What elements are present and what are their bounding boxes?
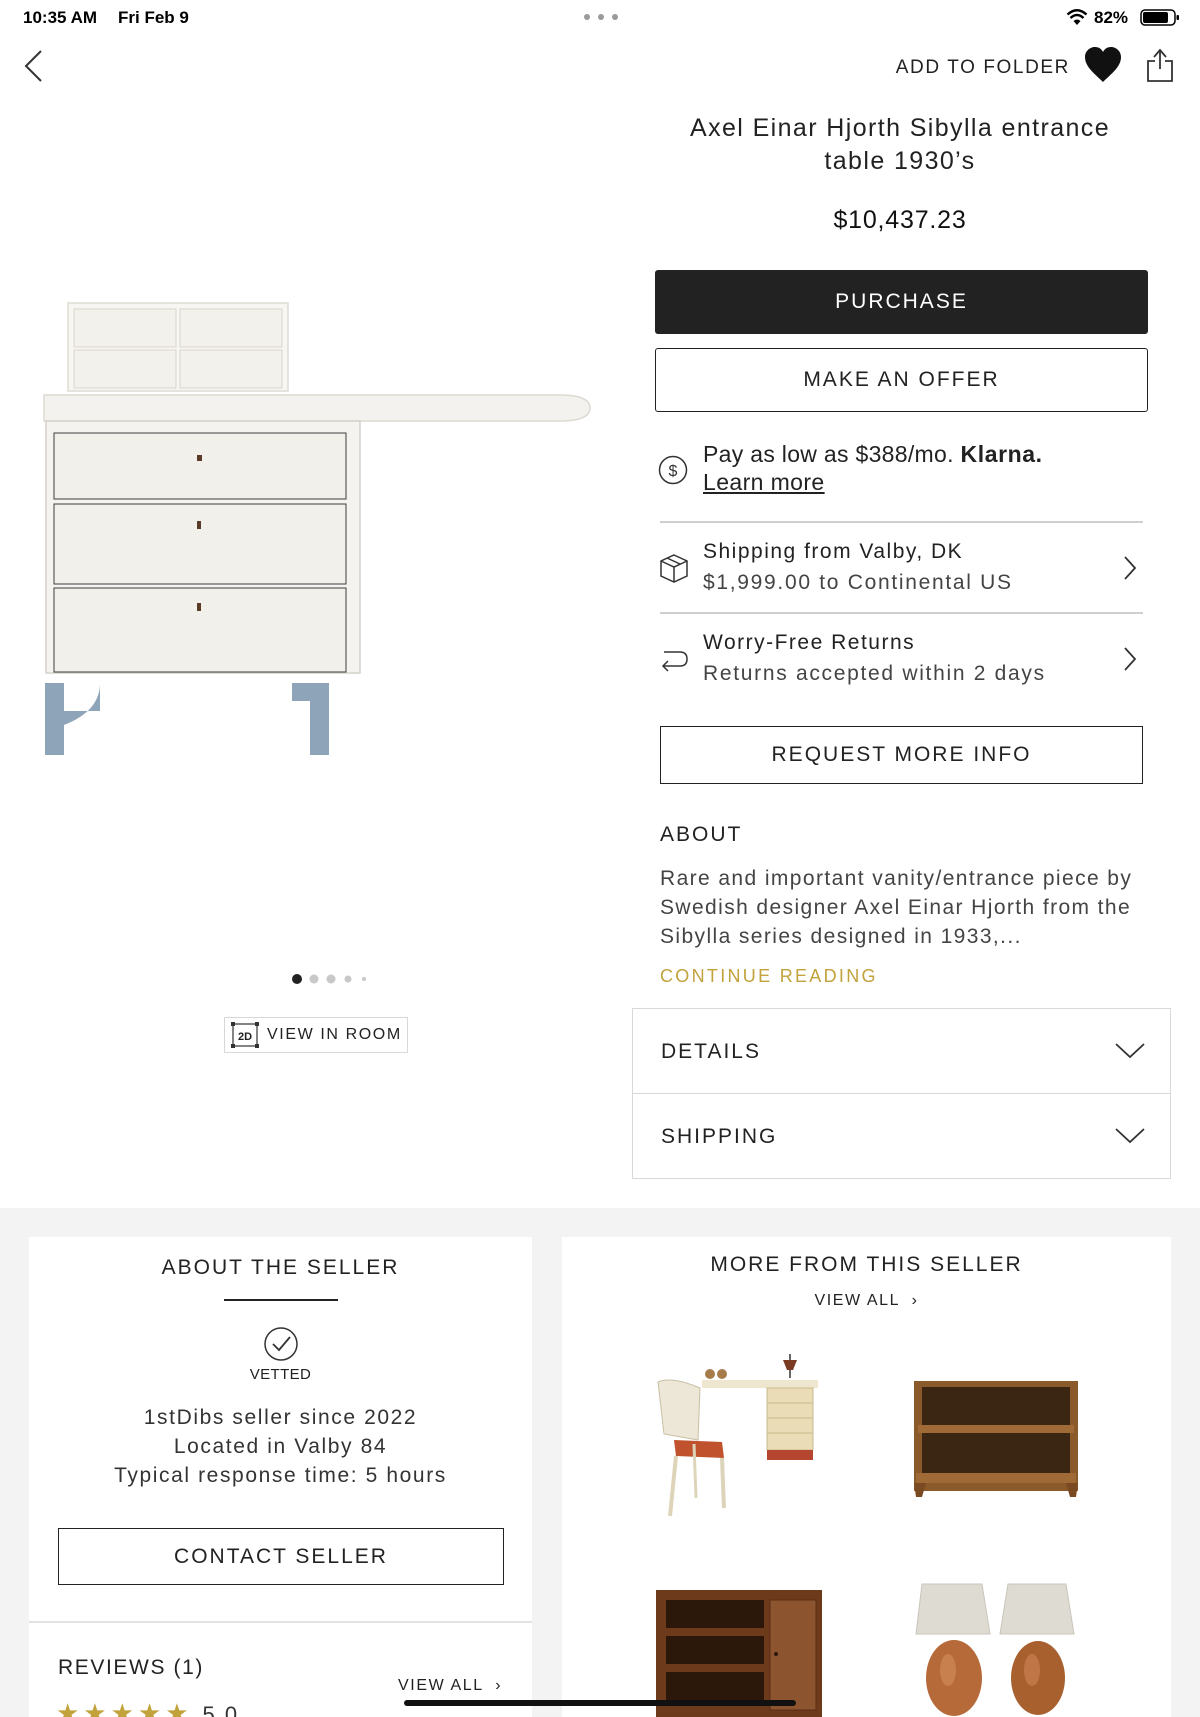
status-date: Fri Feb 9 (118, 8, 189, 27)
battery-percentage: 82% (1094, 8, 1129, 27)
chevron-right-icon (1124, 647, 1137, 671)
desk-and-chair-thumbnail[interactable] (652, 1348, 824, 1528)
purchase-button[interactable]: PURCHASE (655, 270, 1148, 334)
chevron-right-icon: › (495, 1677, 503, 1694)
divider (29, 1621, 532, 1623)
make-offer-button[interactable]: MAKE AN OFFER (655, 348, 1148, 412)
reviews-view-all-link[interactable]: VIEW ALL › (398, 1677, 502, 1695)
heart-icon[interactable] (1083, 46, 1123, 84)
dollar-glyph: $ (669, 463, 678, 480)
chevron-down-icon (1115, 1043, 1145, 1059)
status-bar: 10:35 AM Fri Feb 9 82% (0, 0, 1200, 34)
klarna-financing-text: Pay as low as $388/mo. Klarna. (703, 441, 1043, 468)
more-view-all-link[interactable]: VIEW ALL › (562, 1292, 1171, 1310)
request-more-info-button[interactable]: REQUEST MORE INFO (660, 726, 1143, 784)
chevron-right-icon: › (911, 1292, 919, 1309)
returns-info-row[interactable] (655, 614, 1145, 702)
add-to-folder-button[interactable]: ADD TO FOLDER (880, 57, 1070, 79)
view-in-room-label: VIEW IN ROOM (267, 1026, 402, 1043)
reviews-view-all-label: VIEW ALL (398, 1677, 484, 1694)
about-description: Rare and important vanity/entrance piece… (660, 867, 1133, 948)
vetted-checkmark-icon (264, 1327, 298, 1361)
package-box-icon (660, 554, 688, 583)
battery-icon (1140, 9, 1179, 26)
rating-value: 5.0 (202, 1702, 240, 1717)
vetted-label: VETTED (249, 1366, 312, 1383)
shipping-accordion[interactable]: SHIPPING (632, 1093, 1171, 1179)
return-arrow-icon (661, 651, 688, 672)
product-price: $10,437.23 (833, 206, 967, 234)
back-chevron-icon[interactable] (20, 48, 48, 84)
klarna-installment-text: Pay as low as $388/mo. (703, 441, 954, 467)
returns-title-text: Worry-Free Returns (703, 631, 916, 654)
image-carousel-indicator[interactable] (290, 972, 374, 986)
more-view-all-label: VIEW ALL (814, 1292, 900, 1309)
learn-more-link[interactable]: Learn more (703, 469, 825, 496)
continue-reading-link[interactable]: CONTINUE READING (660, 966, 878, 987)
wooden-bookshelf-thumbnail[interactable] (912, 1375, 1080, 1501)
view-in-room-button[interactable]: 2D VIEW IN ROOM (224, 1017, 408, 1053)
seller-response-time-text: Typical response time: 5 hours (114, 1464, 447, 1487)
chevron-down-icon (1115, 1128, 1145, 1144)
shipping-info-row[interactable] (655, 523, 1145, 611)
product-image[interactable] (40, 295, 600, 765)
accordion-label: SHIPPING (661, 1125, 778, 1148)
status-time: 10:35 AM (23, 8, 98, 27)
details-accordion[interactable]: DETAILS (632, 1008, 1171, 1094)
reviews-heading: REVIEWS (1) (58, 1656, 204, 1679)
view-in-room-2d-icon: 2D (231, 1022, 259, 1048)
view-in-room-badge-text: 2D (238, 1031, 252, 1043)
pair-of-table-lamps-thumbnail[interactable] (912, 1578, 1078, 1717)
wooden-shelf-cabinet-thumbnail[interactable] (652, 1582, 824, 1717)
shipping-cost-text: $1,999.00 to Continental US (703, 571, 1013, 594)
heading-underline (224, 1299, 338, 1301)
shipping-origin-text: Shipping from Valby, DK (703, 540, 964, 563)
klarna-brand: Klarna. (960, 441, 1043, 467)
home-indicator[interactable] (404, 1700, 796, 1706)
accordion-label: DETAILS (661, 1040, 761, 1063)
multitasking-dots-icon[interactable] (584, 14, 618, 20)
share-icon[interactable] (1145, 47, 1175, 83)
product-title: Axel Einar Hjorth Sibylla entrance table… (690, 114, 1110, 175)
about-seller-heading: ABOUT THE SELLER (161, 1256, 400, 1279)
returns-subtitle-text: Returns accepted within 2 days (703, 662, 1046, 685)
rating-stars: ★★★★★ 5.0 (56, 1700, 306, 1717)
chevron-right-icon (1124, 556, 1137, 580)
star-icons: ★★★★★ (56, 1700, 193, 1717)
seller-location-text: Located in Valby 84 (173, 1435, 388, 1458)
seller-since-text: 1stDibs seller since 2022 (143, 1406, 418, 1429)
more-from-seller-heading: MORE FROM THIS SELLER (710, 1253, 1023, 1276)
about-heading: ABOUT (660, 823, 743, 846)
dollar-circle-icon: $ (658, 455, 688, 485)
contact-seller-button[interactable]: CONTACT SELLER (58, 1528, 504, 1585)
wifi-icon (1066, 9, 1088, 25)
